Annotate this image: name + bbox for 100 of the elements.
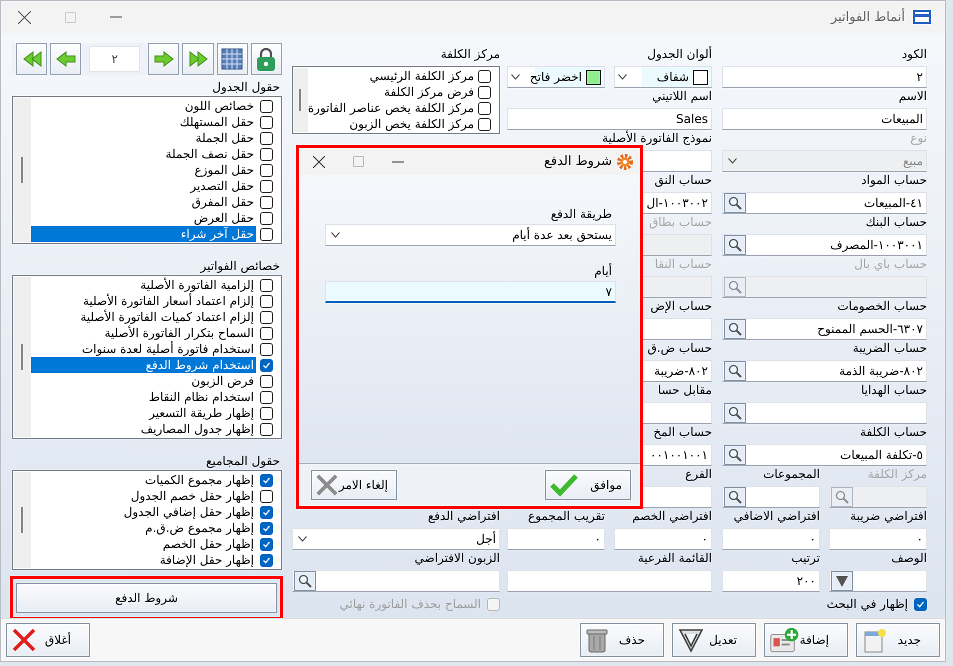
checkbox[interactable] xyxy=(260,228,273,240)
list-item[interactable]: استخدام نظام النقاط xyxy=(31,389,256,405)
checkbox[interactable] xyxy=(260,406,273,420)
text-field[interactable]: ٠ xyxy=(507,528,605,550)
search-button[interactable] xyxy=(724,319,746,339)
list-item[interactable]: إظهار مجموع الكميات xyxy=(31,472,256,488)
text-field[interactable]: ٧ xyxy=(325,281,616,303)
text-field[interactable]: ٢ xyxy=(722,66,927,88)
checkbox[interactable] xyxy=(260,522,273,534)
text-field[interactable] xyxy=(829,570,927,592)
lookup-field[interactable]: ٦٣٠٧-الحسم الممنوح xyxy=(722,318,927,340)
new-button[interactable]: جديد xyxy=(856,623,940,657)
lookup-field[interactable]: ٨٠٢-ضريبة الذمة xyxy=(722,360,927,382)
checkbox[interactable] xyxy=(260,538,273,550)
text-field[interactable]: ٠ xyxy=(614,528,712,550)
edit-button[interactable]: تعديل xyxy=(672,623,756,657)
search-button[interactable] xyxy=(294,571,316,591)
checkbox[interactable] xyxy=(260,310,273,324)
checkbox[interactable] xyxy=(260,554,273,566)
search-button[interactable] xyxy=(724,403,746,423)
list-item[interactable]: إظهار طريقة التسعير xyxy=(31,405,256,421)
list-item[interactable]: استخدام شروط الدفع xyxy=(31,357,256,373)
close-icon[interactable] xyxy=(18,10,31,24)
lookup-field[interactable]: ٤١-المبيعات xyxy=(722,192,927,214)
list-item[interactable]: إظهار حقل الخصم xyxy=(31,536,256,552)
next-button[interactable] xyxy=(148,43,180,75)
checkbox[interactable] xyxy=(914,598,927,610)
list-item[interactable]: خصائص اللون xyxy=(31,98,256,114)
list-item[interactable]: إظهار حقل الإضافة xyxy=(31,552,256,568)
checkbox[interactable] xyxy=(260,390,273,404)
list-item[interactable]: السماح بتكرار الفاتورة الأصلية xyxy=(31,325,256,341)
grid-button[interactable] xyxy=(216,43,248,75)
list-item[interactable]: إلزام اعتماد أسعار الفاتورة الأصلية xyxy=(31,293,256,309)
list-item[interactable]: حقل التصدير xyxy=(31,178,256,194)
list-item[interactable]: استخدام فاتورة أصلية لعدة سنوات xyxy=(31,341,256,357)
checkbox[interactable] xyxy=(260,490,273,502)
text-field[interactable]: Sales xyxy=(507,108,712,130)
close-icon[interactable] xyxy=(313,156,325,168)
checkbox[interactable] xyxy=(478,102,491,114)
list-item[interactable]: إظهار حقل إضافي الجدول xyxy=(31,504,256,520)
text-field[interactable]: ٠ xyxy=(722,528,820,550)
cancel-button[interactable]: إلغاء الامر xyxy=(311,470,397,500)
ok-button[interactable]: موافق xyxy=(545,470,631,500)
checkbox[interactable] xyxy=(260,278,273,292)
checkbox[interactable] xyxy=(260,326,273,340)
close-button[interactable]: أغلاق xyxy=(6,623,90,657)
checkbox[interactable] xyxy=(260,294,273,308)
checkbox[interactable] xyxy=(260,212,273,224)
checkbox[interactable] xyxy=(478,86,491,98)
lookup-field[interactable] xyxy=(722,402,927,424)
checkbox[interactable] xyxy=(260,474,273,486)
checkbox[interactable] xyxy=(260,164,273,176)
color-dropdown[interactable]: شفاف xyxy=(614,66,712,88)
list-item[interactable]: إظهار حقل خصم الجدول xyxy=(31,488,256,504)
previous-button[interactable] xyxy=(50,43,82,75)
checkbox[interactable] xyxy=(260,180,273,192)
dropdown[interactable]: يستحق بعد عدة أيام xyxy=(325,224,616,246)
text-field[interactable]: ٠ xyxy=(829,528,927,550)
color-dropdown[interactable]: اخضر فاتح xyxy=(507,66,605,88)
delete-button[interactable]: حذف xyxy=(580,623,664,657)
search-button[interactable] xyxy=(724,487,746,507)
list-item[interactable]: حقل الموزع xyxy=(31,162,256,178)
checkbox[interactable] xyxy=(260,196,273,208)
list-item[interactable]: إلزام اعتماد كميات الفاتورة الأصلية xyxy=(31,309,256,325)
lookup-field[interactable]: ٥-تكلفة المبيعات xyxy=(722,444,927,466)
payment-terms-button[interactable]: شروط الدفع xyxy=(16,583,277,613)
list-item[interactable]: إظهار مجموع ض.ق.م xyxy=(31,520,256,536)
search-button[interactable] xyxy=(724,361,746,381)
list-item[interactable]: حقل العرض xyxy=(31,210,256,226)
dropdown[interactable]: أجل xyxy=(292,528,500,550)
dropdown-button[interactable] xyxy=(831,571,853,591)
checkbox[interactable] xyxy=(260,116,273,128)
text-field[interactable]: المبيعات xyxy=(722,108,927,130)
list-item[interactable]: فرض الزبون xyxy=(31,373,256,389)
checkbox[interactable] xyxy=(478,118,491,130)
lookup-field[interactable] xyxy=(292,570,500,592)
page-field[interactable]: ٢ xyxy=(89,46,140,72)
list-item[interactable]: حقل الجملة xyxy=(31,130,256,146)
checkbox[interactable] xyxy=(260,148,273,160)
last-button[interactable] xyxy=(182,43,214,75)
checkbox[interactable] xyxy=(260,374,273,388)
lookup-field[interactable] xyxy=(722,486,820,508)
checkbox[interactable] xyxy=(260,342,273,356)
checkbox[interactable] xyxy=(260,100,273,112)
list-item[interactable]: حقل المفرق xyxy=(31,194,256,210)
search-button[interactable] xyxy=(724,193,746,213)
list-item[interactable]: حقل آخر شراء xyxy=(31,226,256,242)
lookup-field[interactable]: ١٠٠٣٠٠١-المصرف xyxy=(722,234,927,256)
checkbox[interactable] xyxy=(478,70,491,82)
list-item[interactable]: حقل نصف الجملة xyxy=(31,146,256,162)
add-button[interactable]: إضافة xyxy=(764,623,848,657)
list-item[interactable]: إظهار جدول المصاريف xyxy=(31,421,256,437)
search-button[interactable] xyxy=(724,445,746,465)
text-field[interactable]: ٢٠٠ xyxy=(722,570,820,592)
lock-button[interactable] xyxy=(250,43,282,75)
checkbox[interactable] xyxy=(260,506,273,518)
list-item[interactable]: حقل المستهلك xyxy=(31,114,256,130)
checkbox[interactable] xyxy=(260,358,273,372)
search-button[interactable] xyxy=(724,235,746,255)
first-button[interactable] xyxy=(16,43,48,75)
